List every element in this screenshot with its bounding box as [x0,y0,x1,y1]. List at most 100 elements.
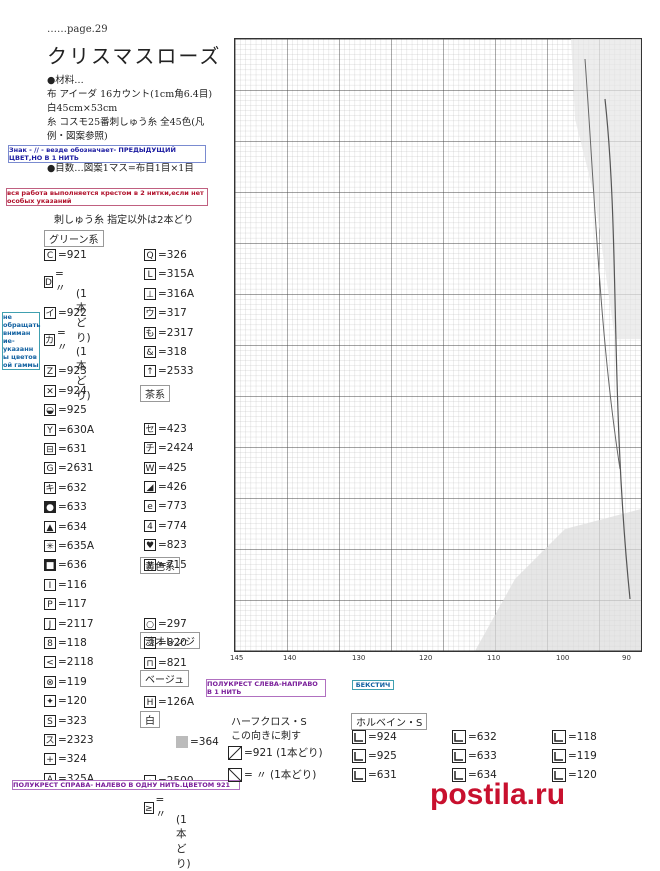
thread-color-code: =326 [158,249,187,261]
thread-color-code: =116 [58,578,87,591]
thread-color-code: (1本どり) [176,813,191,870]
legend-entry: # =715 [144,558,187,571]
stitch-symbol: ○ [144,618,156,630]
stitch-symbol: ⊥ [144,287,156,300]
holbein-entry: =118 [552,730,597,744]
thread-color-code: =924 [368,731,397,743]
holbein-entry: =119 [552,749,597,763]
half-cross-value: = 〃 (1本どり) [244,769,317,781]
thread-color-code: =821 [158,656,187,669]
stitch-symbol: セ [144,422,156,435]
legend-entry: ス =2323 [44,734,94,746]
thread-color-code: =925 [368,750,397,762]
holbein-entry: =632 [452,730,497,744]
legend-entry: イ =922 [44,307,87,320]
chart-grid [235,39,641,652]
thread-note: 刺しゅう糸 指定以外は2本どり [54,215,194,226]
half-cross-row-2: = 〃 (1本どり) [228,767,316,782]
stitch-symbol: S [44,714,56,727]
legend-entry: セ =423 [144,422,187,435]
legend-entry: ⊓ =821 [144,656,187,669]
watermark: postila.ru [430,778,566,811]
thread-color-code: =297 [158,618,187,630]
stitch-symbol: D [44,275,53,288]
legend-entry: ✦ =120 [44,695,87,708]
legend-entry: Q =326 [144,249,187,261]
thread-color-code: =634 [58,520,87,533]
legend-entry: P =117 [44,598,87,611]
category-beige: ベージュ [140,670,190,687]
legend-entry: W =425 [144,461,187,474]
thread-color-code: =426 [158,481,187,493]
legend-entry: C =921 [44,249,87,261]
legend-entry: ≥ = 〃 [144,794,169,821]
stitch-symbol: チ [144,442,156,455]
thread-color-code: =925 [58,404,87,417]
thread-color-code: =633 [58,501,87,514]
legend-entry: J =2117 [44,617,94,630]
thread-color-code: =774 [158,519,187,532]
stitch-symbol: 4 [144,519,156,532]
thread-color-code: =2117 [58,617,94,630]
thread-color-code: =316A [158,287,195,300]
x-tick: 130 [352,654,366,662]
thread-color-code: =631 [368,769,397,781]
legend-entry: ⊟ =631 [44,443,87,455]
stitch-symbol: ス [44,734,56,746]
x-tick: 140 [283,654,297,662]
holbein-entry: =633 [452,749,497,763]
thread-color-code: =635A [58,540,95,552]
half-cross-sub: この向きに刺す [231,731,301,742]
x-tick: 100 [556,654,570,662]
stitch-symbol: も [144,326,156,339]
note-half-left: ПОЛУКРЕСТ СЛЕВА-НАПРАВО В 1 НИТЬ [206,679,326,697]
legend-entry: L =315A [144,268,194,281]
legend-entry: ✳ =635A [44,540,94,552]
thread-color-code: =423 [158,422,187,435]
thread-color-code: =120 [568,769,597,781]
note-backstitch: БЕКСТИЧ [352,680,394,690]
holbein-line-icon [552,730,566,744]
x-tick: 145 [230,654,244,662]
stitch-symbol: ▲ [44,520,56,533]
legend-entry: ✕ =924 [44,384,87,397]
stitch-symbol: e [144,500,156,513]
legend-entry: & =318 [144,346,187,358]
thread-color-code: =2631 [58,462,94,475]
thread-color-code: =820 [158,637,187,650]
stitch-symbol: H [144,696,156,709]
thread-color-code: =2323 [58,734,94,746]
legend-entry: ● =633 [44,501,87,514]
legend-entry: (1本どり) [176,814,191,871]
thread-color-code: =630A [58,423,95,436]
stitch-symbol: ♥ [144,539,156,552]
legend-entry: Y =630A [44,423,95,436]
holbein-title: ホルベイン・S [351,713,428,730]
thread-color-code: =631 [58,443,87,455]
legend-entry: + =324 [44,753,87,766]
holbein-entry: =925 [352,749,397,763]
stitch-symbol: P [44,598,56,611]
stitch-symbol: ⊗ [44,675,56,688]
thread-color-code: =636 [58,559,87,572]
stitch-symbol: C [44,249,56,261]
legend-entry: < =2118 [44,656,94,669]
legend-entry: Z =923 [44,365,87,378]
stitch-symbol: ⊟ [44,443,56,455]
legend-entry: H =126A [144,696,194,709]
stitch-symbol: ■ [44,559,56,572]
stitch-symbol: < [44,656,56,669]
thread-color-code: =632 [58,481,87,494]
stitch-symbol: ウ [144,307,156,320]
materials-line: 白45cm×53cm [47,103,118,114]
legend-entry: ↑ =2533 [144,365,194,378]
holbein-line-icon [352,730,366,744]
thread-color-code: =823 [158,539,187,552]
legend-entry: 8 =118 [44,637,87,649]
stitch-symbol: Y [44,423,56,436]
stitch-symbol: W [144,461,156,474]
legend-entry: も =2317 [144,326,194,339]
stitch-symbol: ✦ [44,695,56,708]
stitch-symbol: コ [144,637,156,650]
materials-line: 布 アイーダ 16カウント(1cm角6.4目) [47,89,213,100]
